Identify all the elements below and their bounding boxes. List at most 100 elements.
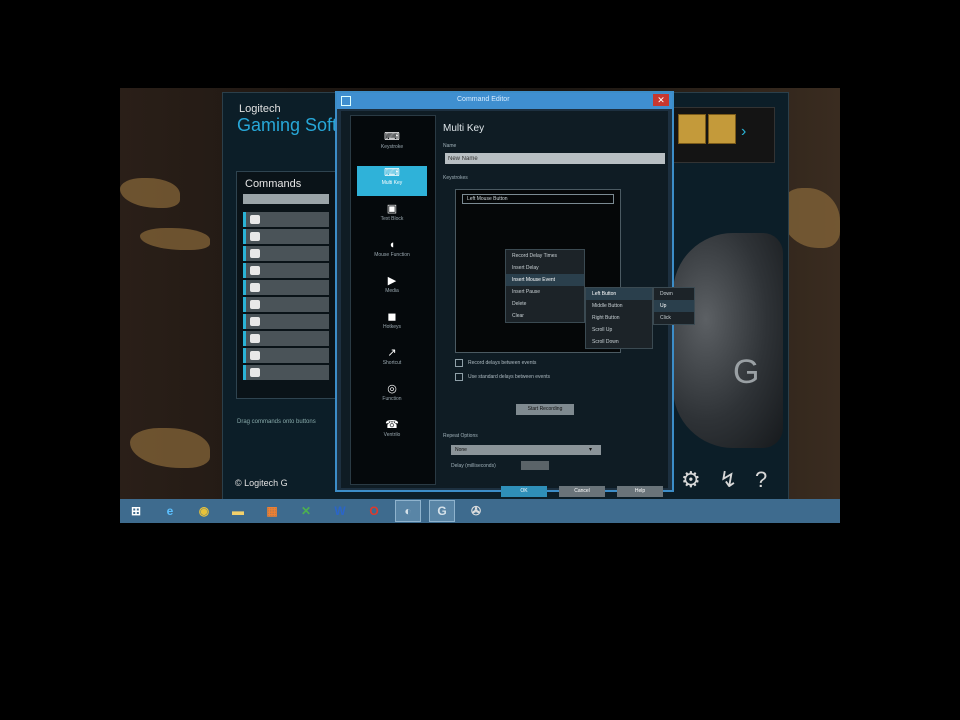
chevron-down-icon[interactable]: ▾ <box>589 446 592 453</box>
keystrokes-label: Keystrokes <box>443 175 468 181</box>
question-icon[interactable]: ? <box>755 467 767 493</box>
name-field[interactable] <box>445 153 665 164</box>
command-icon <box>250 283 260 292</box>
dialog-heading: Multi Key <box>443 123 485 134</box>
sidebar-item-hotkeys[interactable]: ◼ Hotkeys <box>357 310 427 340</box>
command-item[interactable] <box>243 297 329 312</box>
wallpaper-leaf <box>780 188 840 248</box>
menu-item[interactable]: Record Delay Times <box>506 250 584 262</box>
cancel-button[interactable]: Cancel <box>559 486 605 497</box>
profile-thumbnail[interactable] <box>678 114 706 144</box>
command-type-icon: ◖ <box>388 239 396 251</box>
repeat-options-select[interactable]: None <box>451 445 601 455</box>
command-icon <box>250 351 260 360</box>
menu-item[interactable]: Clear <box>506 310 584 322</box>
command-type-sidebar: ⌨ Keystroke ⌨ Multi Key ▣ Text Block ◖ Mouse Fu… <box>350 115 436 485</box>
help-button[interactable]: Help <box>617 486 663 497</box>
menu-item[interactable]: Right Button <box>586 312 652 324</box>
command-item[interactable] <box>243 229 329 244</box>
steam-icon[interactable]: ◐ <box>395 500 421 522</box>
context-menu: Record Delay Times Insert Delay Insert Mou… <box>505 249 585 323</box>
checkbox-box[interactable] <box>455 359 463 367</box>
command-item[interactable] <box>243 348 329 363</box>
commands-hint: Drag commands onto buttons <box>237 419 316 425</box>
command-item[interactable] <box>243 280 329 295</box>
taskbar: ⊞ e ◉ ▬ ▦ ✕ W O ◐ G ✇ <box>120 499 840 523</box>
menu-item[interactable]: Insert Delay <box>506 262 584 274</box>
sidebar-item-label: Media <box>385 288 399 294</box>
sidebar-item-media[interactable]: ▶ Media <box>357 274 427 304</box>
command-item[interactable] <box>243 365 329 380</box>
footer-copyright: © Logitech G <box>235 478 288 488</box>
dialog-titlebar[interactable]: Command Editor ✕ <box>337 93 672 109</box>
explorer-icon[interactable]: ▬ <box>226 501 250 521</box>
gear-icon[interactable]: ⚙ <box>681 467 701 493</box>
sidebar-item-keystroke[interactable]: ⌨ Keystroke <box>357 130 427 160</box>
sidebar-item-label: Shortcut <box>382 360 402 366</box>
mouse-event-submenu: Left Button Middle Button Right Button Scro… <box>585 287 653 349</box>
command-item[interactable] <box>243 212 329 227</box>
menu-item[interactable]: Click <box>654 312 694 324</box>
sidebar-item-shortcut[interactable]: ↗ Shortcut <box>357 346 427 376</box>
menu-item[interactable]: Scroll Up <box>586 324 652 336</box>
ok-button[interactable]: OK <box>501 486 547 497</box>
app-icon[interactable]: ✇ <box>464 501 488 521</box>
app-icon <box>341 96 351 106</box>
menu-item[interactable]: Middle Button <box>586 300 652 312</box>
command-type-icon: ▶ <box>387 275 397 287</box>
sidebar-item-ventrilo[interactable]: ☎ Ventrilo <box>357 418 427 448</box>
internet-explorer-icon[interactable]: e <box>158 501 182 521</box>
sidebar-item-label: Mouse Function <box>374 252 410 258</box>
command-item[interactable] <box>243 246 329 261</box>
commands-title: Commands <box>245 178 302 190</box>
mouse-image <box>673 233 783 448</box>
opera-icon[interactable]: O <box>362 501 386 521</box>
menu-item[interactable]: Left Button <box>586 288 652 300</box>
wallpaper-leaf <box>130 428 210 468</box>
command-editor-dialog: Command Editor ✕ ⌨ Keystroke ⌨ Multi Key ▣ Te… <box>335 91 695 497</box>
sidebar-item-function[interactable]: ◎ Function <box>357 382 427 412</box>
command-type-icon: ◼ <box>387 311 397 323</box>
menu-item[interactable]: Insert Mouse Event <box>506 274 584 286</box>
profile-thumbnail[interactable] <box>708 114 736 144</box>
start-recording-button[interactable]: Start Recording <box>516 404 574 415</box>
menu-item[interactable]: Down <box>654 288 694 300</box>
command-item[interactable] <box>243 263 329 278</box>
chevron-right-icon[interactable]: › <box>741 123 746 141</box>
command-icon <box>250 300 260 309</box>
sidebar-item-multi-key[interactable]: ⌨ Multi Key <box>357 166 427 196</box>
start-button[interactable]: ⊞ <box>124 501 148 521</box>
close-icon[interactable]: ✕ <box>653 94 669 106</box>
keystroke-row[interactable]: Left Mouse Button <box>462 194 614 204</box>
sidebar-item-label: Text Block <box>380 216 404 222</box>
command-item[interactable] <box>243 314 329 329</box>
standard-delays-checkbox[interactable]: Use standard delays between events <box>455 373 550 381</box>
word-icon[interactable]: W <box>328 501 352 521</box>
checkbox-box[interactable] <box>455 373 463 381</box>
commands-search-input[interactable] <box>243 194 329 204</box>
dialog-body: ⌨ Keystroke ⌨ Multi Key ▣ Text Block ◖ Mouse Fu… <box>341 111 695 497</box>
sidebar-item-mouse-function[interactable]: ◖ Mouse Function <box>357 238 427 268</box>
chrome-icon[interactable]: ◉ <box>192 501 216 521</box>
menu-item[interactable]: Delete <box>506 298 584 310</box>
repeat-options-label: Repeat Options <box>443 433 478 439</box>
sidebar-item-label: Function <box>382 396 402 402</box>
menu-item[interactable]: Scroll Down <box>586 336 652 348</box>
delay-label: Delay (milliseconds) <box>451 463 496 469</box>
wallpaper-leaf <box>140 228 210 250</box>
menu-item[interactable]: Insert Pause <box>506 286 584 298</box>
sidebar-item-label: Hotkeys <box>382 324 402 330</box>
sidebar-item-text-block[interactable]: ▣ Text Block <box>357 202 427 232</box>
record-delays-checkbox[interactable]: Record delays between events <box>455 359 536 367</box>
excel-icon[interactable]: ✕ <box>294 501 318 521</box>
share-icon[interactable]: ↯ <box>719 467 737 493</box>
command-type-icon: ☎ <box>385 419 399 431</box>
menu-item[interactable]: Up <box>654 300 694 312</box>
command-icon <box>250 266 260 275</box>
command-item[interactable] <box>243 331 329 346</box>
delay-field[interactable] <box>521 461 549 470</box>
command-icon <box>250 249 260 258</box>
logitech-gaming-icon[interactable]: G <box>429 500 455 522</box>
command-icon <box>250 232 260 241</box>
paint-icon[interactable]: ▦ <box>260 501 284 521</box>
